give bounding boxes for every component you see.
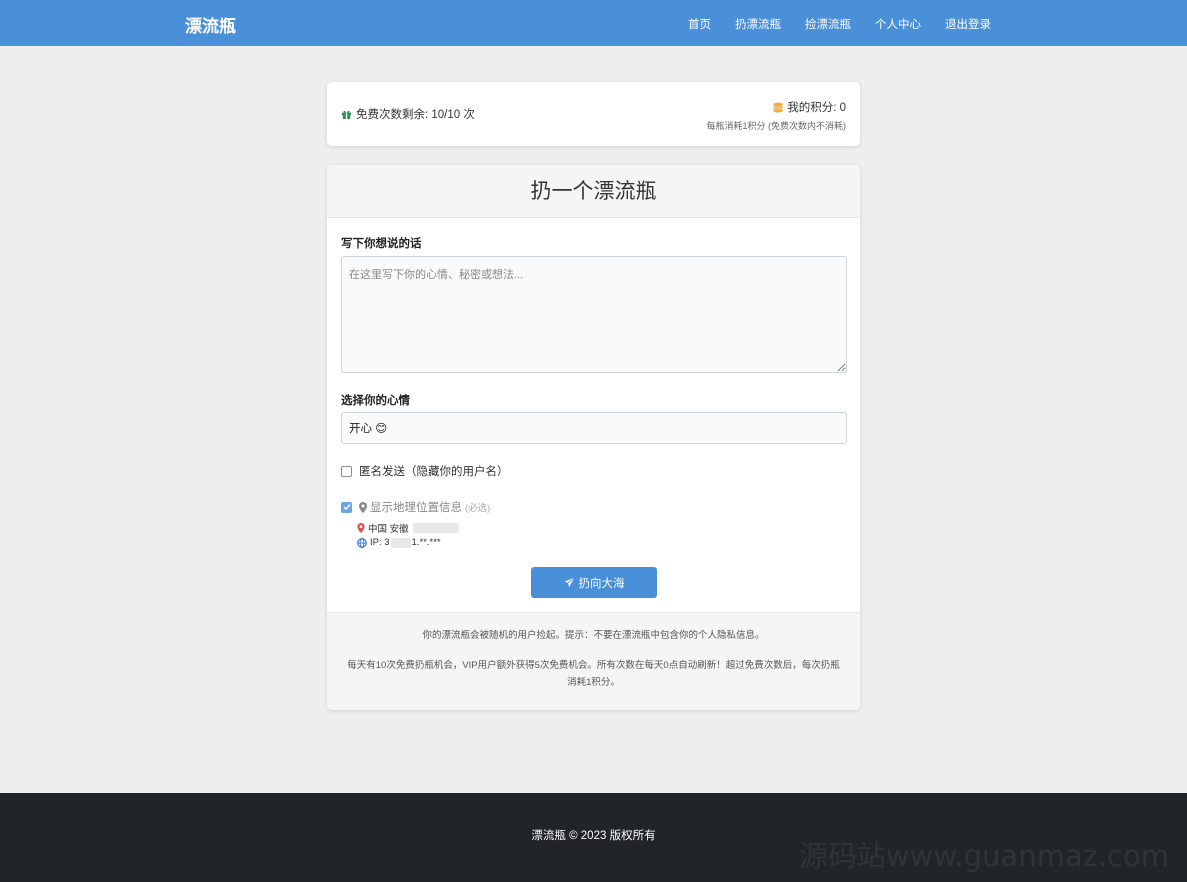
globe-icon: [357, 537, 367, 548]
free-count: 免费次数剩余: 10/10 次: [341, 106, 475, 122]
location-option: 显示地理位置信息 (必选): [341, 499, 490, 515]
free-count-text: 免费次数剩余: 10/10 次: [356, 109, 475, 121]
message-input[interactable]: [341, 256, 847, 373]
watermark: 源码站www.guanmaz.com: [798, 839, 1169, 873]
location-label: 显示地理位置信息: [370, 502, 462, 514]
mood-select[interactable]: 开心 😊: [341, 412, 847, 444]
redacted-city: [412, 523, 459, 533]
nav-throw-bottle[interactable]: 扔漂流瓶: [735, 16, 781, 32]
points-hint: 每瓶消耗1积分 (免费次数内不消耗): [706, 121, 846, 131]
location-info: 中国 安徽: [357, 521, 459, 535]
location-required: (必选): [465, 503, 491, 514]
rules-note: 每天有10次免费扔瓶机会，VIP用户额外获得5次免费机会。所有次数在每天0点自动…: [347, 660, 840, 688]
map-pin-icon: [359, 501, 367, 513]
ip-suffix: 1.**.***: [411, 537, 441, 548]
location-text: 中国 安徽: [368, 524, 409, 535]
stats-card: 免费次数剩余: 10/10 次 我的积分: 0 每瓶消耗1积分 (免费次数内不消…: [327, 82, 860, 146]
privacy-note: 你的漂流瓶会被随机的用户捡起。提示：不要在漂流瓶中包含你的个人隐私信息。: [422, 630, 765, 641]
mood-label: 选择你的心情: [341, 395, 410, 407]
nav-home[interactable]: 首页: [688, 16, 711, 32]
location-checkbox[interactable]: [341, 501, 352, 513]
nav-menu: 首页 扔漂流瓶 捡漂流瓶 个人中心 退出登录: [664, 16, 991, 32]
anonymous-label: 匿名发送（隐藏你的用户名）: [359, 466, 509, 478]
throw-button[interactable]: 扔向大海: [531, 567, 657, 598]
ip-prefix: IP: 3: [370, 537, 390, 548]
anonymous-option[interactable]: 匿名发送（隐藏你的用户名）: [341, 463, 509, 479]
redacted-ip: [390, 537, 411, 548]
brand-logo[interactable]: 漂流瓶: [185, 12, 236, 37]
page-title: 扔一个漂流瓶: [530, 180, 657, 203]
points: 我的积分: 0: [772, 99, 846, 115]
anonymous-checkbox[interactable]: [341, 465, 352, 477]
gift-icon: [341, 109, 352, 120]
throw-bottle-card: 扔一个漂流瓶 写下你想说的话 选择你的心情 开心 😊 匿名发送（隐藏你的用户名）…: [327, 165, 860, 710]
ip-info: IP: 3 1.**.***: [357, 537, 441, 548]
throw-button-label: 扔向大海: [578, 577, 625, 590]
nav-logout[interactable]: 退出登录: [945, 16, 991, 32]
card-footer: 你的漂流瓶会被随机的用户捡起。提示：不要在漂流瓶中包含你的个人隐私信息。 每天有…: [327, 612, 860, 710]
nav-pick-bottle[interactable]: 捡漂流瓶: [805, 16, 851, 32]
card-header: 扔一个漂流瓶: [327, 165, 860, 218]
paper-plane-icon: [563, 577, 575, 588]
nav-profile[interactable]: 个人中心: [875, 16, 921, 32]
navbar: 漂流瓶 首页 扔漂流瓶 捡漂流瓶 个人中心 退出登录: [0, 0, 1187, 46]
message-label: 写下你想说的话: [341, 238, 422, 250]
page-footer: 漂流瓶 © 2023 版权所有 源码站www.guanmaz.com: [0, 793, 1187, 882]
coins-icon: [772, 102, 784, 113]
points-text: 我的积分: 0: [787, 102, 846, 114]
location-pin-icon: [357, 523, 365, 533]
